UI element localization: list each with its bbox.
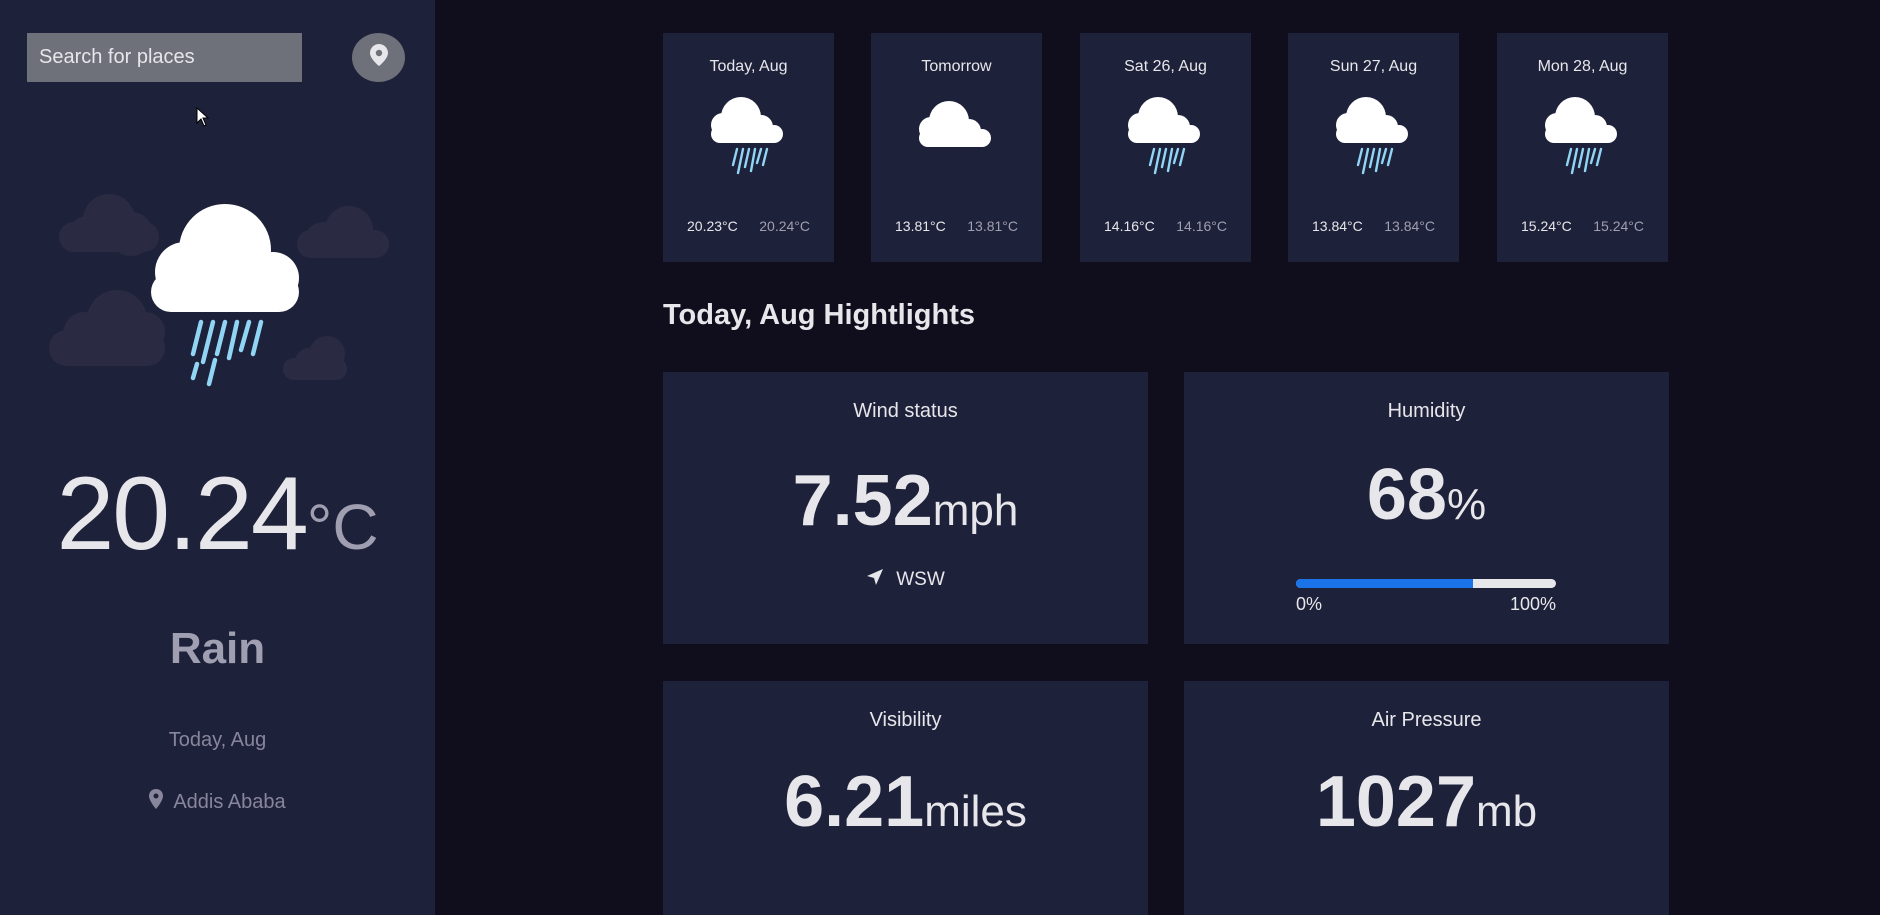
wind-direction: WSW	[663, 568, 1148, 592]
forecast-card: Sun 27, Aug 13.84°C 13.84°C	[1288, 33, 1459, 262]
rain-cloud-icon	[709, 95, 789, 195]
navigation-arrow-icon	[866, 568, 884, 592]
forecast-max-temp: 14.16°C	[1104, 218, 1155, 234]
humidity-progress-bar	[1296, 579, 1556, 588]
forecast-max-temp: 13.84°C	[1312, 218, 1363, 234]
current-date: Today, Aug	[168, 729, 267, 751]
humidity-card: Humidity 68% 0% 100%	[1184, 372, 1669, 644]
wind-status-label: Wind status	[853, 400, 958, 422]
humidity-number: 68	[1366, 455, 1447, 535]
locate-button[interactable]	[352, 33, 405, 82]
humidity-min-label: 0%	[1296, 594, 1323, 614]
air-pressure-value: 1027mb	[1184, 761, 1669, 843]
cloud-icon	[917, 95, 997, 195]
forecast-date: Sun 27, Aug	[1329, 58, 1418, 75]
forecast-min-temp: 15.24°C	[1593, 218, 1644, 234]
forecast-min-temp: 13.81°C	[967, 218, 1018, 234]
forecast-max-temp: 13.81°C	[895, 218, 946, 234]
current-temperature: 20.24°C	[0, 455, 435, 574]
temperature-value: 20.24	[56, 456, 308, 572]
humidity-progress-fill	[1296, 579, 1473, 588]
forecast-min-temp: 14.16°C	[1176, 218, 1227, 234]
air-pressure-number: 1027	[1315, 762, 1477, 842]
visibility-value: 6.21miles	[663, 761, 1148, 843]
forecast-date: Mon 28, Aug	[1537, 58, 1628, 75]
humidity-value: 68%	[1184, 454, 1669, 536]
current-location: Addis Ababa	[0, 789, 435, 815]
humidity-unit: %	[1446, 480, 1487, 529]
wind-status-card: Wind status 7.52mph WSW	[663, 372, 1148, 644]
forecast-card: Mon 28, Aug 15.24°C 15.24°C	[1497, 33, 1668, 262]
humidity-label: Humidity	[1387, 400, 1466, 422]
weather-condition: Rain	[169, 624, 266, 673]
forecast-card: Today, Aug 20.23°C 20.24°C	[663, 33, 834, 262]
wind-status-value: 7.52mph	[663, 460, 1148, 542]
wind-unit: mph	[932, 486, 1019, 535]
mouse-cursor-icon	[196, 106, 210, 132]
rain-cloud-icon	[1334, 95, 1414, 195]
forecast-date: Tomorrow	[921, 58, 992, 75]
forecast-max-temp: 15.24°C	[1521, 218, 1572, 234]
forecast-card: Sat 26, Aug 14.16°C 14.16°C	[1080, 33, 1251, 262]
map-pin-icon	[149, 789, 164, 815]
temperature-unit: °C	[306, 491, 379, 563]
rain-cloud-icon	[1126, 95, 1206, 195]
visibility-unit: miles	[924, 787, 1027, 836]
weather-hero-image	[27, 122, 405, 432]
air-pressure-unit: mb	[1476, 787, 1538, 836]
visibility-number: 6.21	[784, 762, 925, 842]
forecast-min-temp: 13.84°C	[1384, 218, 1435, 234]
location-pin-icon	[369, 44, 388, 71]
forecast-card: Tomorrow 13.81°C 13.81°C	[871, 33, 1042, 262]
forecast-max-temp: 20.23°C	[687, 218, 738, 234]
humidity-max-label: 100%	[1509, 594, 1556, 614]
visibility-card: Visibility 6.21miles	[663, 681, 1148, 915]
wind-speed: 7.52	[792, 461, 933, 541]
highlights-title: Today, Aug Hightlights	[663, 299, 975, 331]
rain-cloud-icon	[1543, 95, 1623, 195]
search-input[interactable]	[27, 33, 302, 82]
sidebar: 20.24°C Rain Today, Aug Addis Ababa	[0, 0, 435, 915]
visibility-label: Visibility	[869, 709, 942, 731]
air-pressure-label: Air Pressure	[1371, 709, 1482, 731]
location-name: Addis Ababa	[173, 790, 286, 813]
forecast-min-temp: 20.24°C	[759, 218, 810, 234]
forecast-date: Sat 26, Aug	[1124, 58, 1207, 75]
wind-direction-text: WSW	[896, 569, 945, 590]
forecast-date: Today, Aug	[709, 58, 788, 75]
air-pressure-card: Air Pressure 1027mb	[1184, 681, 1669, 915]
